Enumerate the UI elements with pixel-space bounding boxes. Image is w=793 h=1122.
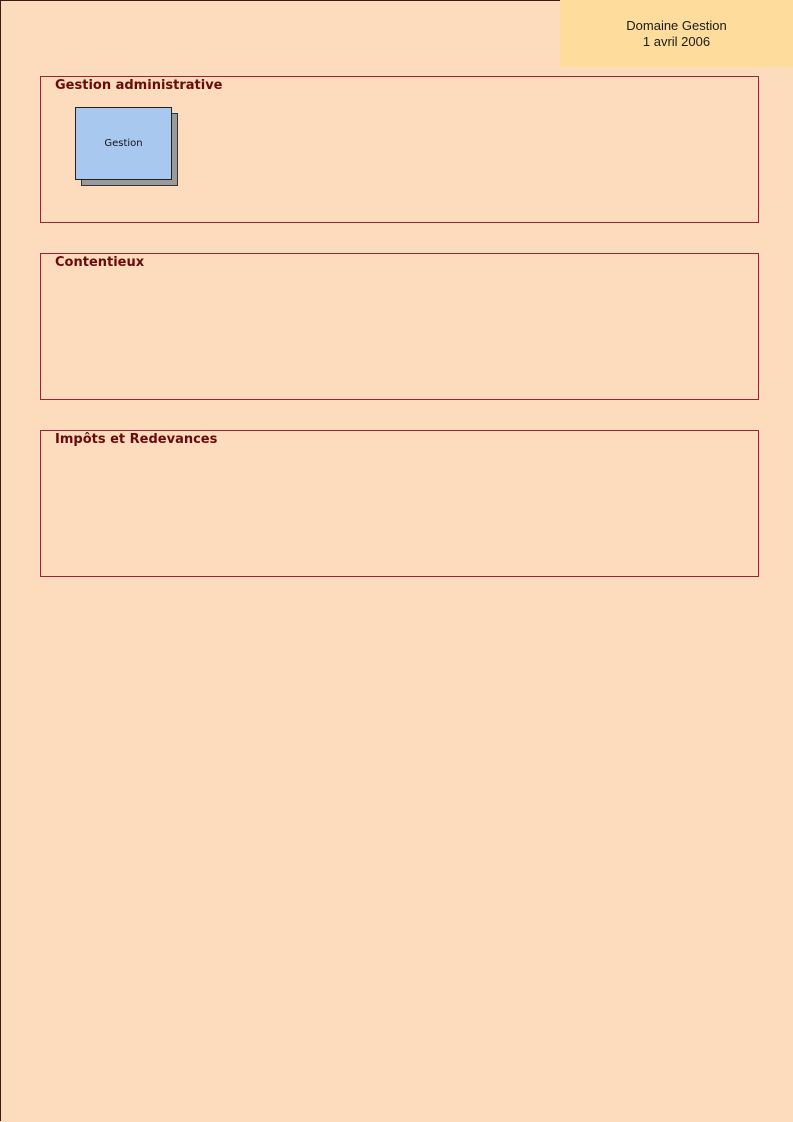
- section-title: Gestion administrative: [55, 78, 223, 93]
- header-title: Domaine Gestion: [626, 18, 727, 33]
- header-date: 1 avril 2006: [642, 34, 711, 49]
- document-header: Domaine Gestion 1 avril 2006: [560, 0, 793, 67]
- node-gestion[interactable]: Gestion: [75, 107, 178, 186]
- node-box[interactable]: Gestion: [75, 107, 172, 180]
- node-label: Gestion: [104, 138, 143, 149]
- section-title: Impôts et Redevances: [55, 432, 218, 447]
- section-contentieux: Contentieux: [40, 253, 759, 400]
- section-impots-redevances: Impôts et Redevances: [40, 430, 759, 577]
- section-title: Contentieux: [55, 255, 145, 270]
